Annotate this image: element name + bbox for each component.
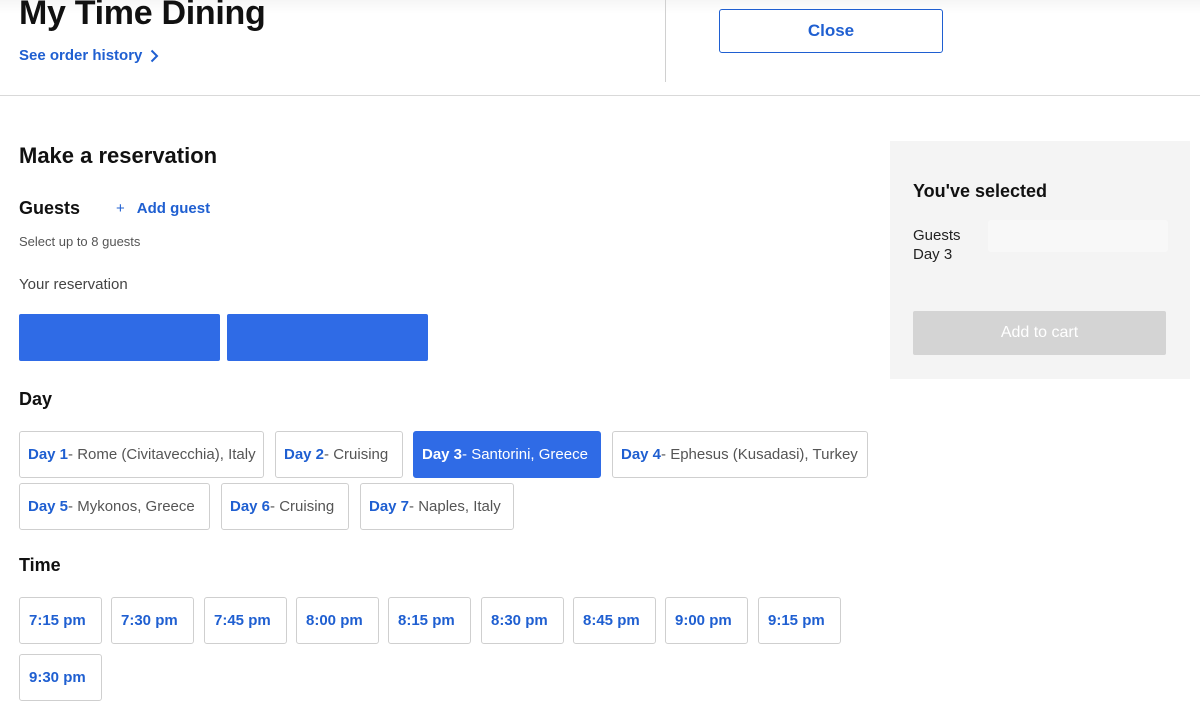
day-number: Day 3 (422, 446, 463, 463)
time-slot[interactable]: 7:15 pm (19, 597, 102, 644)
add-guest-label: Add guest (136, 200, 211, 217)
time-slot[interactable]: 8:00 pm (296, 597, 379, 644)
day-port: - Cruising (270, 498, 335, 515)
day-number: Day 2 (284, 446, 325, 463)
day-port: - Cruising (324, 446, 389, 463)
day-number: Day 1 (28, 446, 69, 463)
close-button[interactable]: Close (719, 9, 943, 53)
day-port: - Naples, Italy (409, 498, 501, 515)
page-header: My Time Dining See order history Close (0, 0, 1200, 96)
reservation-guest-card[interactable] (19, 314, 220, 361)
day-option-1[interactable]: Day 1 - Rome (Civitavecchia), Italy (19, 431, 264, 478)
guests-label: Guests (19, 198, 81, 218)
time-slot[interactable]: 8:15 pm (388, 597, 471, 644)
day-option-2[interactable]: Day 2 - Cruising (275, 431, 403, 478)
summary-guests-value (988, 220, 1168, 252)
day-number: Day 5 (28, 498, 69, 515)
summary-title: You've selected (913, 181, 1048, 201)
time-slot[interactable]: 7:45 pm (204, 597, 287, 644)
day-option-7[interactable]: Day 7 - Naples, Italy (360, 483, 514, 530)
day-port: - Mykonos, Greece (68, 498, 195, 515)
day-option-5[interactable]: Day 5 - Mykonos, Greece (19, 483, 210, 530)
day-heading: Day (19, 389, 53, 409)
add-to-cart-button[interactable]: Add to cart (913, 311, 1166, 355)
day-port: - Santorini, Greece (462, 446, 588, 463)
time-slot[interactable]: 9:30 pm (19, 654, 102, 701)
summary-day-value: Day 3 (913, 246, 953, 263)
time-heading: Time (19, 555, 61, 575)
day-number: Day 4 (621, 446, 662, 463)
selection-summary-panel: You've selected Guests Day 3 Add to cart (890, 141, 1190, 379)
day-option-6[interactable]: Day 6 - Cruising (221, 483, 349, 530)
guest-limit-hint: Select up to 8 guests (19, 234, 141, 249)
day-port: - Ephesus (Kusadasi), Turkey (661, 446, 858, 463)
time-slot[interactable]: 8:30 pm (481, 597, 564, 644)
chevron-right-icon (151, 49, 159, 62)
add-guest-button[interactable]: + Add guest (116, 200, 210, 217)
time-slot[interactable]: 9:15 pm (758, 597, 841, 644)
day-option-3[interactable]: Day 3 - Santorini, Greece (413, 431, 601, 478)
time-slot[interactable]: 7:30 pm (111, 597, 194, 644)
page-title: My Time Dining (19, 0, 266, 32)
time-slot[interactable]: 9:00 pm (665, 597, 748, 644)
plus-icon: + (116, 200, 125, 217)
your-reservation-label: Your reservation (19, 276, 128, 293)
day-number: Day 6 (230, 498, 271, 515)
day-option-4[interactable]: Day 4 - Ephesus (Kusadasi), Turkey (612, 431, 868, 478)
order-history-link[interactable]: See order history (19, 47, 159, 64)
time-slot[interactable]: 8:45 pm (573, 597, 656, 644)
day-number: Day 7 (369, 498, 410, 515)
reservation-guest-card[interactable] (227, 314, 428, 361)
order-history-label: See order history (19, 47, 143, 64)
day-port: - Rome (Civitavecchia), Italy (68, 446, 256, 463)
header-divider (665, 0, 666, 82)
summary-guests-label: Guests (913, 227, 961, 244)
make-reservation-heading: Make a reservation (19, 143, 218, 168)
